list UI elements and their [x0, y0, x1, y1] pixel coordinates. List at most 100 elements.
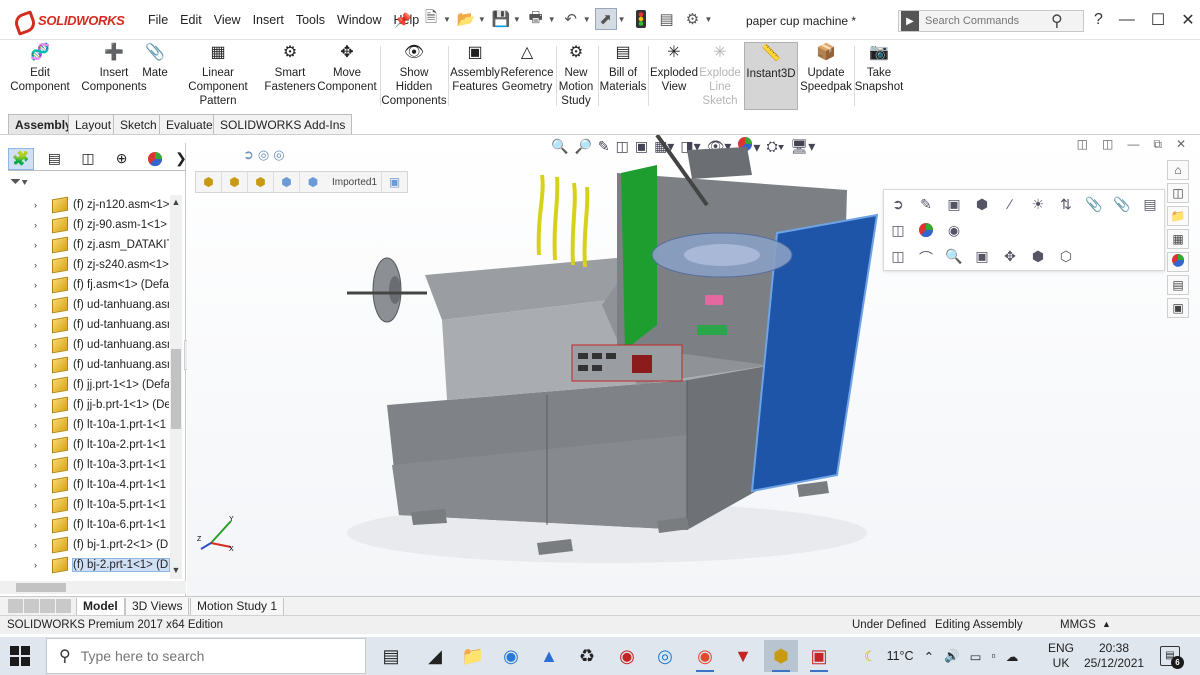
- solidworks-logo[interactable]: SOLIDWORKS: [14, 10, 125, 30]
- hscroll-thumb[interactable]: [16, 583, 66, 592]
- expand-arrow-icon[interactable]: ›: [34, 420, 44, 430]
- line-icon[interactable]: ∕: [1000, 196, 1020, 213]
- notifications-icon[interactable]: ▤ 6: [1160, 646, 1184, 669]
- menu-insert[interactable]: Insert: [253, 13, 284, 27]
- onedrive-cloud-icon[interactable]: ☁: [1006, 649, 1019, 664]
- tree-item[interactable]: › (f) lt-10a-1.prt-1<1: [0, 415, 172, 435]
- property-manager-tab-icon[interactable]: ▤: [42, 148, 68, 170]
- tab-evaluate[interactable]: Evaluate: [159, 114, 220, 134]
- file-explorer-taskbar-icon[interactable]: 📁: [456, 640, 490, 672]
- expand-arrow-icon[interactable]: ›: [34, 280, 44, 290]
- new-motion-study-button[interactable]: ⚙ New Motion Study: [558, 42, 594, 110]
- smart-fasteners-button[interactable]: ⚙ Smart Fasteners: [262, 42, 318, 110]
- expand-arrow-icon[interactable]: ›: [34, 260, 44, 270]
- menu-edit[interactable]: Edit: [180, 13, 202, 27]
- search-commands-icon[interactable]: ▶: [901, 11, 919, 31]
- new-dropdown-icon[interactable]: ▼: [443, 15, 451, 24]
- rebuild-traffic-light-icon[interactable]: [630, 8, 652, 30]
- solidworks-open-icon[interactable]: ⬢: [764, 640, 798, 672]
- undo-icon[interactable]: ↶: [560, 8, 582, 30]
- units-dropdown-icon[interactable]: ▲: [1102, 619, 1111, 629]
- appearances-icon[interactable]: [1167, 252, 1189, 272]
- configuration-manager-tab-icon[interactable]: ◫: [75, 148, 101, 170]
- assembly-features-button[interactable]: ▣ Assembly Features: [450, 42, 500, 110]
- tree-item[interactable]: › (f) jj-b.prt-1<1> (De: [0, 395, 172, 415]
- tab-sketch[interactable]: Sketch: [113, 114, 164, 134]
- save-icon[interactable]: 💾: [490, 8, 512, 30]
- move-component-button[interactable]: ✥ Move Component: [316, 42, 378, 110]
- scroll-thumb[interactable]: [171, 349, 181, 429]
- tree-item[interactable]: › (f) fj.asm<1> (Defa: [0, 275, 172, 295]
- expand-arrow-icon[interactable]: ›: [34, 540, 44, 550]
- minimize-icon[interactable]: —: [1119, 11, 1135, 29]
- tree-item[interactable]: › (f) ud-tanhuang.asr: [0, 295, 172, 315]
- file-properties-icon[interactable]: ▤: [656, 8, 678, 30]
- list-icon[interactable]: ▤: [1140, 196, 1160, 213]
- filter-icon[interactable]: ⏷▾: [10, 173, 28, 190]
- copy-icon[interactable]: ◫: [888, 248, 908, 268]
- tree-item[interactable]: › (f) zj-s240.asm<1>: [0, 255, 172, 275]
- expand-arrow-icon[interactable]: ›: [34, 560, 44, 570]
- bill-of-materials-button[interactable]: ▤ Bill of Materials: [600, 42, 647, 110]
- undo-dropdown-icon[interactable]: ▼: [583, 15, 591, 24]
- menu-file[interactable]: File: [148, 13, 168, 27]
- open-folder-icon[interactable]: 📂: [455, 8, 477, 30]
- tab-model[interactable]: Model: [76, 598, 125, 616]
- units-selector[interactable]: MMGS: [1060, 619, 1096, 631]
- system-clock[interactable]: 20:38 25/12/2021: [1084, 641, 1144, 671]
- app-red-circle-icon[interactable]: ◉: [610, 640, 644, 672]
- task-view-icon[interactable]: ▤: [374, 640, 408, 672]
- select-pointer-icon[interactable]: ⬈: [594, 8, 617, 30]
- tree-item[interactable]: › (f) bj-2.prt-1<1> (D: [0, 555, 172, 575]
- tree-item[interactable]: › (f) zj-n120.asm<1>: [0, 195, 172, 215]
- expand-arrow-icon[interactable]: ›: [34, 320, 44, 330]
- appearance-icon[interactable]: [916, 222, 936, 241]
- network-icon[interactable]: ▫: [991, 649, 995, 663]
- windows-start-icon[interactable]: [10, 646, 30, 666]
- tree-item[interactable]: › (f) ud-tanhuang.asr: [0, 355, 172, 375]
- expand-arrow-icon[interactable]: ›: [34, 480, 44, 490]
- home-icon[interactable]: ⌂: [1167, 160, 1189, 180]
- expand-arrow-icon[interactable]: ›: [34, 500, 44, 510]
- display-manager-tab-icon[interactable]: [142, 148, 168, 170]
- options-gear-icon[interactable]: ⚙: [682, 8, 704, 30]
- edit-component-button[interactable]: 🧬 Edit Component: [8, 42, 72, 110]
- direction-icon[interactable]: ⇅: [1056, 196, 1076, 213]
- edge-browser-icon[interactable]: ◎: [648, 640, 682, 672]
- mcafee-icon[interactable]: ▼: [726, 640, 760, 672]
- fillet-icon[interactable]: ⌒: [916, 248, 936, 268]
- tree-horizontal-scrollbar[interactable]: [0, 581, 186, 594]
- prev-tab-icon[interactable]: [24, 599, 39, 613]
- input-language[interactable]: ENG UK: [1048, 641, 1074, 671]
- tree-item[interactable]: › (f) ud-tanhuang.asr: [0, 335, 172, 355]
- tree-item[interactable]: › (f) bj-1.prt-2<1> (D: [0, 535, 172, 555]
- reference-geometry-button[interactable]: △ Reference Geometry: [500, 42, 554, 110]
- scroll-down-icon[interactable]: ▼: [170, 565, 182, 577]
- tab-motion-study[interactable]: Motion Study 1: [190, 598, 285, 616]
- app-black-icon[interactable]: ◢: [418, 640, 452, 672]
- instant3d-button[interactable]: 📏 Instant3D: [744, 42, 798, 110]
- dimxpert-tab-icon[interactable]: ⊕: [109, 148, 135, 170]
- help-icon[interactable]: ?: [1094, 11, 1103, 29]
- weather-temperature[interactable]: 11°C: [887, 649, 914, 663]
- feature-tree-tab-icon[interactable]: 🧩: [8, 147, 34, 170]
- menu-tools[interactable]: Tools: [296, 13, 325, 27]
- open-dropdown-icon[interactable]: ▼: [478, 15, 486, 24]
- next-tab-icon[interactable]: [40, 599, 55, 613]
- open-part-icon[interactable]: ⬢: [972, 196, 992, 213]
- tree-item[interactable]: › (f) lt-10a-4.prt-1<1: [0, 475, 172, 495]
- design-library-icon[interactable]: ◫: [1167, 183, 1189, 203]
- isolate-icon[interactable]: ▣: [944, 196, 964, 213]
- edit-part-icon[interactable]: ➲: [888, 196, 908, 213]
- menu-window[interactable]: Window: [337, 13, 381, 27]
- file-explorer-icon[interactable]: 📁: [1167, 206, 1189, 226]
- expand-arrow-icon[interactable]: ›: [34, 300, 44, 310]
- custom-properties-icon[interactable]: ▤: [1167, 275, 1189, 295]
- tab-addins[interactable]: SOLIDWORKS Add-Ins: [213, 114, 353, 134]
- take-snapshot-button[interactable]: 📷 Take Snapshot: [855, 42, 904, 110]
- azure-icon[interactable]: ▲: [532, 640, 566, 672]
- tab-layout[interactable]: Layout: [68, 114, 119, 134]
- volume-icon[interactable]: 🔊: [944, 649, 960, 664]
- taskbar-search[interactable]: ⚲: [46, 638, 366, 674]
- battery-icon[interactable]: ▭: [970, 649, 982, 664]
